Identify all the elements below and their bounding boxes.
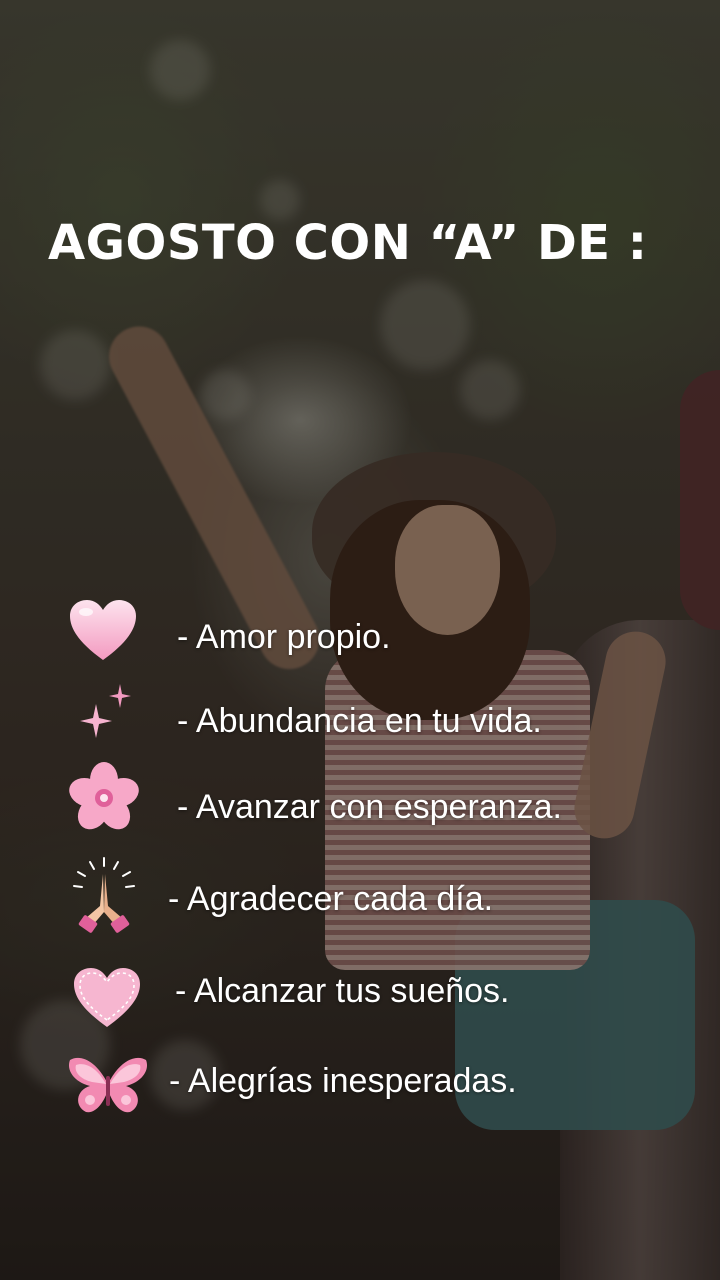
- praying-hands-icon: [70, 856, 138, 939]
- sparkles-icon: [78, 682, 138, 749]
- item-label: - Alcanzar tus sueños.: [175, 972, 510, 1010]
- item-label: - Abundancia en tu vida.: [177, 702, 542, 740]
- story-screen: AGOSTO CON “A” DE : - Amor propio. - Abu…: [0, 0, 720, 1280]
- list-item: - Alcanzar tus sueños.: [0, 966, 720, 1036]
- stitched-heart-icon: [72, 966, 142, 1035]
- list-item: - Agradecer cada día.: [0, 856, 720, 933]
- item-label: - Amor propio.: [177, 618, 391, 656]
- item-label: - Avanzar con esperanza.: [177, 788, 562, 826]
- list-item: - Avanzar con esperanza.: [0, 762, 720, 832]
- list-item: - Abundancia en tu vida.: [0, 682, 720, 752]
- pink-flower-icon: [66, 762, 142, 839]
- pink-heart-icon: [68, 598, 138, 669]
- list-item: - Alegrías inesperadas.: [0, 1054, 720, 1124]
- list-item: - Amor propio.: [0, 600, 720, 670]
- item-label: - Alegrías inesperadas.: [169, 1062, 517, 1100]
- item-label: - Agradecer cada día.: [168, 880, 494, 918]
- page-title: AGOSTO CON “A” DE :: [48, 215, 648, 271]
- pink-butterfly-icon: [66, 1054, 150, 1123]
